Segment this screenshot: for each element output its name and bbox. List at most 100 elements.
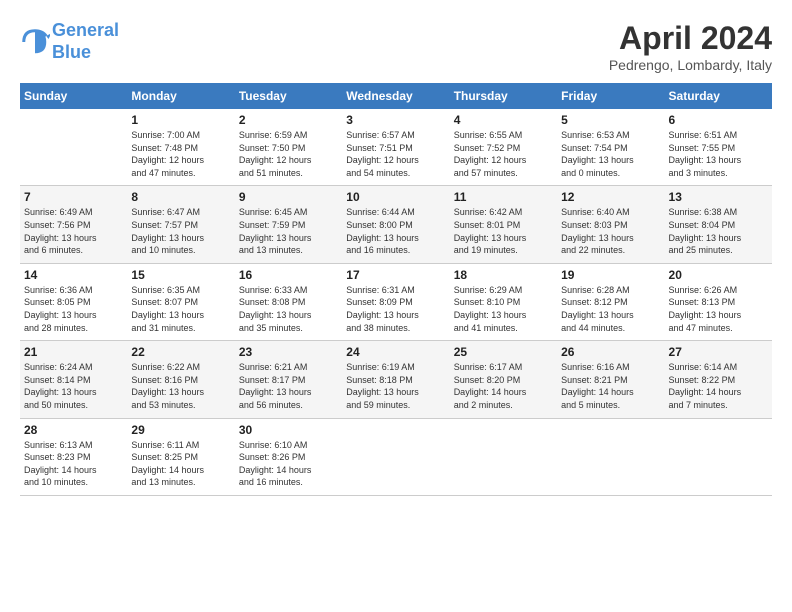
day-number: 9 xyxy=(239,190,338,204)
day-number: 24 xyxy=(346,345,445,359)
calendar-week-2: 7Sunrise: 6:49 AM Sunset: 7:56 PM Daylig… xyxy=(20,186,772,263)
calendar-cell: 9 Sunrise: 6:45 AM Sunset: 7:59 PM Daylig… xyxy=(235,186,342,263)
day-number: 3 xyxy=(346,113,445,127)
day-info: Sunrise: 6:10 AM Sunset: 8:26 PM Dayligh… xyxy=(239,439,338,489)
calendar-cell: 11 Sunrise: 6:42 AM Sunset: 8:01 PM Dayli… xyxy=(450,186,557,263)
header-day-tuesday: Tuesday xyxy=(235,83,342,109)
location: Pedrengo, Lombardy, Italy xyxy=(609,57,772,73)
day-number: 1 xyxy=(131,113,230,127)
calendar-cell: 16 Sunrise: 6:33 AM Sunset: 8:08 PM Dayli… xyxy=(235,263,342,340)
day-number: 19 xyxy=(561,268,660,282)
calendar-cell: 5 Sunrise: 6:53 AM Sunset: 7:54 PM Daylig… xyxy=(557,109,664,186)
day-number: 27 xyxy=(669,345,768,359)
calendar-cell: 30 Sunrise: 6:10 AM Sunset: 8:26 PM Dayli… xyxy=(235,418,342,495)
calendar-cell: 6Sunrise: 6:51 AM Sunset: 7:55 PM Daylig… xyxy=(665,109,772,186)
logo: General Blue xyxy=(20,20,119,63)
calendar-week-1: 1 Sunrise: 7:00 AM Sunset: 7:48 PM Daylig… xyxy=(20,109,772,186)
calendar-cell: 24 Sunrise: 6:19 AM Sunset: 8:18 PM Dayli… xyxy=(342,341,449,418)
day-number: 14 xyxy=(24,268,123,282)
header-day-friday: Friday xyxy=(557,83,664,109)
day-info: Sunrise: 6:42 AM Sunset: 8:01 PM Dayligh… xyxy=(454,206,553,256)
calendar-cell: 8 Sunrise: 6:47 AM Sunset: 7:57 PM Daylig… xyxy=(127,186,234,263)
logo-icon xyxy=(20,27,50,57)
day-info: Sunrise: 6:24 AM Sunset: 8:14 PM Dayligh… xyxy=(24,361,123,411)
day-info: Sunrise: 6:40 AM Sunset: 8:03 PM Dayligh… xyxy=(561,206,660,256)
day-info: Sunrise: 6:26 AM Sunset: 8:13 PM Dayligh… xyxy=(669,284,768,334)
day-number: 30 xyxy=(239,423,338,437)
calendar-cell: 3 Sunrise: 6:57 AM Sunset: 7:51 PM Daylig… xyxy=(342,109,449,186)
calendar-cell: 20 Sunrise: 6:26 AM Sunset: 8:13 PM Dayli… xyxy=(665,263,772,340)
day-info: Sunrise: 6:29 AM Sunset: 8:10 PM Dayligh… xyxy=(454,284,553,334)
day-info: Sunrise: 6:28 AM Sunset: 8:12 PM Dayligh… xyxy=(561,284,660,334)
header-day-thursday: Thursday xyxy=(450,83,557,109)
day-info: Sunrise: 6:16 AM Sunset: 8:21 PM Dayligh… xyxy=(561,361,660,411)
calendar-cell: 10 Sunrise: 6:44 AM Sunset: 8:00 PM Dayli… xyxy=(342,186,449,263)
logo-line2: Blue xyxy=(52,42,91,62)
day-number: 29 xyxy=(131,423,230,437)
header-day-saturday: Saturday xyxy=(665,83,772,109)
calendar-cell: 12Sunrise: 6:40 AM Sunset: 8:03 PM Dayli… xyxy=(557,186,664,263)
calendar-cell xyxy=(557,418,664,495)
calendar-cell: 1 Sunrise: 7:00 AM Sunset: 7:48 PM Daylig… xyxy=(127,109,234,186)
calendar-table: SundayMondayTuesdayWednesdayThursdayFrid… xyxy=(20,83,772,496)
day-number: 4 xyxy=(454,113,553,127)
month-title: April 2024 xyxy=(609,20,772,57)
day-number: 26 xyxy=(561,345,660,359)
day-info: Sunrise: 6:47 AM Sunset: 7:57 PM Dayligh… xyxy=(131,206,230,256)
calendar-cell: 22 Sunrise: 6:22 AM Sunset: 8:16 PM Dayli… xyxy=(127,341,234,418)
day-info: Sunrise: 6:53 AM Sunset: 7:54 PM Dayligh… xyxy=(561,129,660,179)
header-day-monday: Monday xyxy=(127,83,234,109)
day-number: 15 xyxy=(131,268,230,282)
header-day-sunday: Sunday xyxy=(20,83,127,109)
day-number: 28 xyxy=(24,423,123,437)
day-info: Sunrise: 7:00 AM Sunset: 7:48 PM Dayligh… xyxy=(131,129,230,179)
calendar-cell: 28 Sunrise: 6:13 AM Sunset: 8:23 PM Dayli… xyxy=(20,418,127,495)
day-number: 21 xyxy=(24,345,123,359)
calendar-cell: 2 Sunrise: 6:59 AM Sunset: 7:50 PM Daylig… xyxy=(235,109,342,186)
calendar-cell xyxy=(450,418,557,495)
day-info: Sunrise: 6:57 AM Sunset: 7:51 PM Dayligh… xyxy=(346,129,445,179)
day-number: 8 xyxy=(131,190,230,204)
day-number: 13 xyxy=(669,190,768,204)
day-number: 23 xyxy=(239,345,338,359)
day-info: Sunrise: 6:45 AM Sunset: 7:59 PM Dayligh… xyxy=(239,206,338,256)
day-info: Sunrise: 6:55 AM Sunset: 7:52 PM Dayligh… xyxy=(454,129,553,179)
calendar-cell: 17 Sunrise: 6:31 AM Sunset: 8:09 PM Dayli… xyxy=(342,263,449,340)
calendar-cell xyxy=(342,418,449,495)
day-info: Sunrise: 6:59 AM Sunset: 7:50 PM Dayligh… xyxy=(239,129,338,179)
day-number: 17 xyxy=(346,268,445,282)
day-info: Sunrise: 6:35 AM Sunset: 8:07 PM Dayligh… xyxy=(131,284,230,334)
day-info: Sunrise: 6:38 AM Sunset: 8:04 PM Dayligh… xyxy=(669,206,768,256)
day-number: 16 xyxy=(239,268,338,282)
day-info: Sunrise: 6:36 AM Sunset: 8:05 PM Dayligh… xyxy=(24,284,123,334)
calendar-cell: 13 Sunrise: 6:38 AM Sunset: 8:04 PM Dayli… xyxy=(665,186,772,263)
day-info: Sunrise: 6:19 AM Sunset: 8:18 PM Dayligh… xyxy=(346,361,445,411)
day-number: 11 xyxy=(454,190,553,204)
day-number: 20 xyxy=(669,268,768,282)
day-info: Sunrise: 6:44 AM Sunset: 8:00 PM Dayligh… xyxy=(346,206,445,256)
calendar-cell: 26 Sunrise: 6:16 AM Sunset: 8:21 PM Dayli… xyxy=(557,341,664,418)
day-info: Sunrise: 6:14 AM Sunset: 8:22 PM Dayligh… xyxy=(669,361,768,411)
day-info: Sunrise: 6:22 AM Sunset: 8:16 PM Dayligh… xyxy=(131,361,230,411)
day-number: 22 xyxy=(131,345,230,359)
day-number: 5 xyxy=(561,113,660,127)
calendar-cell: 29 Sunrise: 6:11 AM Sunset: 8:25 PM Dayli… xyxy=(127,418,234,495)
header-day-wednesday: Wednesday xyxy=(342,83,449,109)
day-info: Sunrise: 6:31 AM Sunset: 8:09 PM Dayligh… xyxy=(346,284,445,334)
day-info: Sunrise: 6:13 AM Sunset: 8:23 PM Dayligh… xyxy=(24,439,123,489)
calendar-cell: 4 Sunrise: 6:55 AM Sunset: 7:52 PM Daylig… xyxy=(450,109,557,186)
calendar-week-5: 28 Sunrise: 6:13 AM Sunset: 8:23 PM Dayli… xyxy=(20,418,772,495)
calendar-cell: 18 Sunrise: 6:29 AM Sunset: 8:10 PM Dayli… xyxy=(450,263,557,340)
calendar-cell: 23Sunrise: 6:21 AM Sunset: 8:17 PM Dayli… xyxy=(235,341,342,418)
day-number: 25 xyxy=(454,345,553,359)
day-info: Sunrise: 6:11 AM Sunset: 8:25 PM Dayligh… xyxy=(131,439,230,489)
day-number: 18 xyxy=(454,268,553,282)
calendar-header-row: SundayMondayTuesdayWednesdayThursdayFrid… xyxy=(20,83,772,109)
day-info: Sunrise: 6:33 AM Sunset: 8:08 PM Dayligh… xyxy=(239,284,338,334)
calendar-cell: 14 Sunrise: 6:36 AM Sunset: 8:05 PM Dayli… xyxy=(20,263,127,340)
day-number: 2 xyxy=(239,113,338,127)
day-info: Sunrise: 6:17 AM Sunset: 8:20 PM Dayligh… xyxy=(454,361,553,411)
calendar-cell: 25 Sunrise: 6:17 AM Sunset: 8:20 PM Dayli… xyxy=(450,341,557,418)
day-number: 10 xyxy=(346,190,445,204)
page-header: General Blue April 2024 Pedrengo, Lombar… xyxy=(20,20,772,73)
